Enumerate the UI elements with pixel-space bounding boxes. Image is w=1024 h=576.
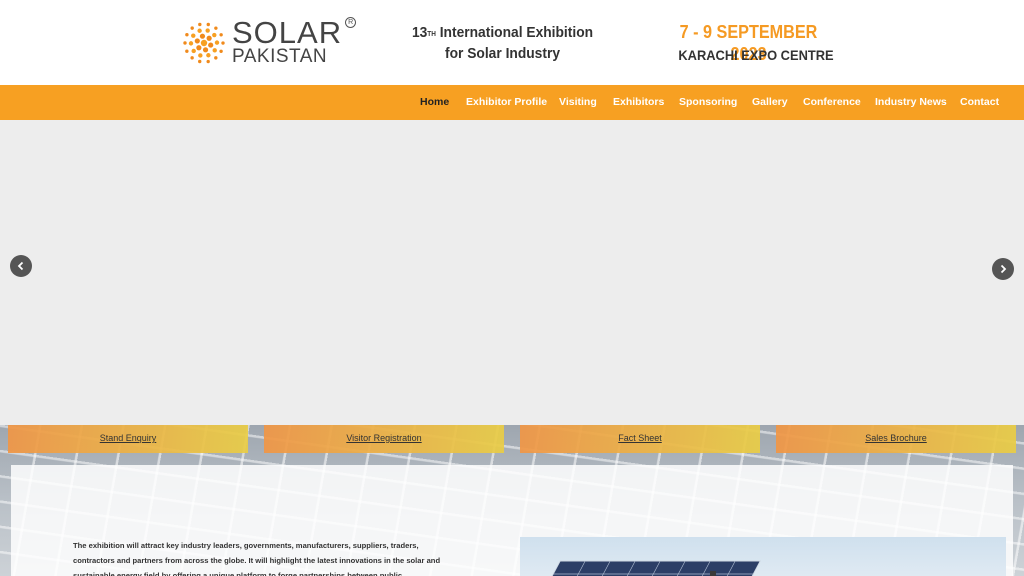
- chevron-left-icon: [17, 261, 24, 271]
- nav-contact[interactable]: Contact: [960, 85, 999, 120]
- intro-panel: The exhibition will attract key industry…: [11, 465, 1013, 576]
- sun-dots-icon: [180, 18, 228, 68]
- slider-next-button[interactable]: [992, 258, 1014, 280]
- sales-brochure-button[interactable]: Sales Brochure: [776, 425, 1016, 453]
- solar-pakistan-logo[interactable]: SOLAR PAKISTAN R: [180, 14, 357, 72]
- nav-gallery[interactable]: Gallery: [752, 85, 788, 120]
- registered-mark: R: [345, 17, 357, 28]
- fact-sheet-button[interactable]: Fact Sheet: [520, 425, 760, 453]
- hero-slider: [0, 120, 1024, 425]
- nav-visiting[interactable]: Visiting: [559, 85, 597, 120]
- nav-home[interactable]: Home: [420, 85, 449, 120]
- tagline-number: 13: [411, 24, 428, 41]
- logo-wordmark: SOLAR PAKISTAN R: [232, 15, 357, 67]
- solar-panel-illustration: [538, 560, 761, 576]
- stand-enquiry-button[interactable]: Stand Enquiry: [8, 425, 248, 453]
- chevron-right-icon: [1000, 264, 1007, 274]
- tagline-suffix: TH: [427, 31, 436, 38]
- intro-text: The exhibition will attract key industry…: [73, 541, 441, 576]
- nav-exhibitors[interactable]: Exhibitors: [613, 85, 664, 120]
- nav-industry-news[interactable]: Industry News: [875, 85, 947, 120]
- event-venue: KARACHI EXPO CENTRE: [678, 47, 834, 63]
- nav-exhibitor-profile[interactable]: Exhibitor Profile: [466, 85, 547, 120]
- visitor-registration-button[interactable]: Visitor Registration: [264, 425, 504, 453]
- logo-title: SOLAR: [232, 15, 343, 50]
- main-nav: Home Exhibitor Profile Visiting Exhibito…: [0, 85, 1024, 120]
- slider-prev-button[interactable]: [10, 255, 32, 277]
- site-header: SOLAR PAKISTAN R 13TH International Exhi…: [0, 0, 1024, 85]
- nav-sponsoring[interactable]: Sponsoring: [679, 85, 737, 120]
- tagline-line2: for Solar Industry: [444, 45, 561, 62]
- page: SOLAR PAKISTAN R 13TH International Exhi…: [0, 0, 1024, 576]
- exhibition-tagline: 13TH International Exhibition for Solar …: [408, 22, 597, 64]
- logo-subtitle: PAKISTAN: [232, 46, 328, 67]
- solar-panel-photo: [520, 537, 1006, 576]
- nav-conference[interactable]: Conference: [803, 85, 861, 120]
- tagline-line1: International Exhibition: [435, 24, 594, 41]
